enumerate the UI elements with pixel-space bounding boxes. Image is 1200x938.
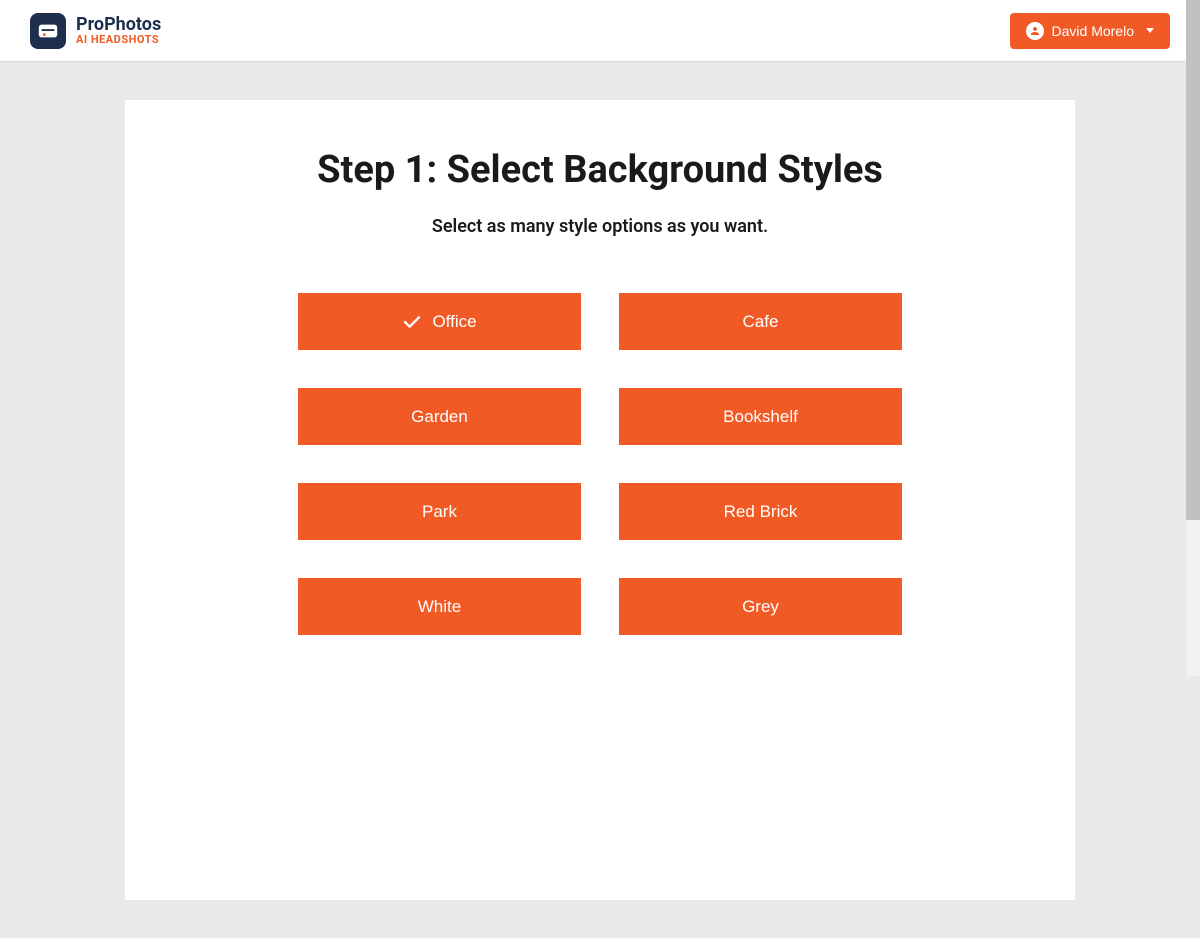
user-menu-button[interactable]: David Morelo: [1010, 13, 1170, 49]
header: ProPhotos AI HEADSHOTS David Morelo: [0, 0, 1200, 61]
check-icon: [402, 315, 422, 329]
option-label: Red Brick: [724, 502, 798, 522]
option-label: Bookshelf: [723, 407, 798, 427]
option-office[interactable]: Office: [298, 293, 581, 350]
chevron-down-icon: [1146, 28, 1154, 33]
logo-text: ProPhotos AI HEADSHOTS: [76, 15, 161, 47]
option-label: Grey: [742, 597, 779, 617]
avatar-icon: [1026, 22, 1044, 40]
logo-tagline: AI HEADSHOTS: [76, 34, 161, 46]
option-garden[interactable]: Garden: [298, 388, 581, 445]
user-name: David Morelo: [1052, 23, 1134, 39]
option-label: Cafe: [743, 312, 779, 332]
option-grey[interactable]: Grey: [619, 578, 902, 635]
option-cafe[interactable]: Cafe: [619, 293, 902, 350]
logo-icon: [30, 13, 66, 49]
option-white[interactable]: White: [298, 578, 581, 635]
page-body: Step 1: Select Background Styles Select …: [0, 61, 1200, 938]
option-label: Office: [432, 312, 476, 332]
logo-brand: ProPhotos: [76, 15, 161, 35]
page-subtitle: Select as many style options as you want…: [185, 216, 1015, 237]
options-grid: Office Cafe Garden Bookshelf Park Red Br…: [298, 293, 902, 635]
option-label: White: [418, 597, 461, 617]
option-red-brick[interactable]: Red Brick: [619, 483, 902, 540]
option-label: Garden: [411, 407, 468, 427]
page-title: Step 1: Select Background Styles: [185, 148, 1015, 192]
option-bookshelf[interactable]: Bookshelf: [619, 388, 902, 445]
option-label: Park: [422, 502, 457, 522]
scrollbar-thumb[interactable]: [1186, 0, 1200, 520]
option-park[interactable]: Park: [298, 483, 581, 540]
scrollbar[interactable]: [1186, 0, 1200, 676]
content-card: Step 1: Select Background Styles Select …: [125, 100, 1075, 900]
logo[interactable]: ProPhotos AI HEADSHOTS: [30, 13, 161, 49]
